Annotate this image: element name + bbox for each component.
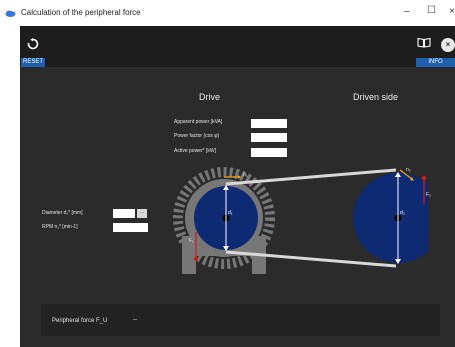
driven-speed-label: n₂ bbox=[406, 167, 411, 173]
diameter-input[interactable] bbox=[113, 209, 135, 218]
app-area: RESET × INFO Drive Driven side Apparent … bbox=[20, 26, 455, 347]
peripheral-force-value: -- bbox=[133, 317, 137, 323]
rpm-label: RPM n₁* [min-1] bbox=[42, 224, 78, 230]
driven-force-label: F₂ bbox=[426, 192, 431, 198]
power-factor-input[interactable] bbox=[251, 133, 287, 142]
driven-side-heading: Driven side bbox=[353, 92, 399, 102]
window-title: Calculation of the peripheral force bbox=[21, 8, 141, 17]
apparent-power-label: Apparent power [kVA] bbox=[174, 119, 223, 125]
info-button[interactable]: INFO bbox=[416, 58, 455, 67]
diameter-label: Diameter d₁* [mm] bbox=[42, 210, 83, 216]
drive-force-label: F₁ bbox=[189, 238, 194, 244]
drive-speed-label: n₁ bbox=[243, 172, 248, 178]
active-power-input[interactable] bbox=[251, 148, 287, 157]
cloud-icon bbox=[5, 10, 16, 17]
reset-button[interactable]: RESET bbox=[20, 34, 46, 67]
peripheral-force-label: Peripheral force F_U bbox=[52, 318, 108, 324]
belt-lower bbox=[225, 250, 397, 268]
info-label: INFO bbox=[428, 59, 443, 65]
drive-diameter-label: d₁ bbox=[228, 210, 233, 216]
reset-label: RESET bbox=[21, 58, 45, 67]
active-power-label: Active power* [kW] bbox=[174, 148, 216, 154]
toolbar: RESET × INFO bbox=[20, 26, 455, 67]
belt-drive-diagram: d₁ F₁ n₁ d₂ bbox=[173, 167, 428, 274]
diameter-browse-button[interactable]: ... bbox=[137, 209, 147, 218]
power-factor-label: Power factor (cos φ) bbox=[174, 133, 220, 139]
book-icon[interactable] bbox=[417, 37, 431, 48]
minimize-button[interactable]: – bbox=[404, 6, 410, 17]
belt-upper bbox=[225, 168, 397, 186]
maximize-button[interactable]: ☐ bbox=[427, 5, 436, 16]
window-titlebar: Calculation of the peripheral force – ☐ … bbox=[0, 0, 455, 26]
reset-icon bbox=[27, 38, 39, 50]
close-circle-icon[interactable]: × bbox=[441, 38, 455, 52]
driven-diameter-label: d₂ bbox=[400, 210, 405, 216]
close-button[interactable]: × bbox=[449, 6, 455, 17]
result-panel: Peripheral force F_U -- bbox=[41, 304, 440, 336]
drive-heading: Drive bbox=[199, 92, 221, 102]
driven-markers: n₂ F₂ bbox=[399, 167, 431, 204]
rpm-input[interactable] bbox=[113, 223, 148, 232]
apparent-power-input[interactable] bbox=[251, 119, 287, 128]
